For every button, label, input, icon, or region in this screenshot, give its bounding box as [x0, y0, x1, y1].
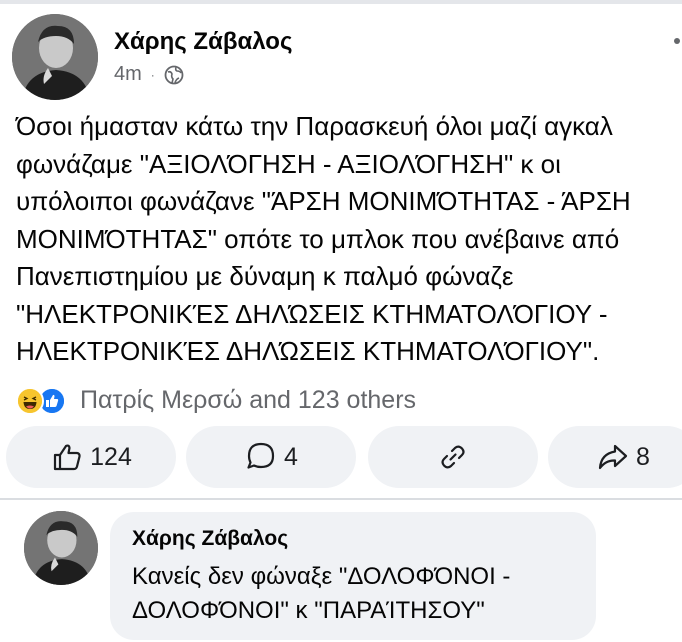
post-author[interactable]: Χάρης Ζάβαλος: [114, 28, 292, 56]
avatar[interactable]: [12, 14, 98, 100]
reaction-icons: [16, 385, 74, 415]
comment-button[interactable]: 4: [186, 426, 356, 488]
share-count: 8: [636, 442, 650, 471]
post-line: Όσοι ήμασταν κάτω την Παρασκευή όλοι μαζ…: [16, 111, 613, 141]
post-line: ΗΛΕΚΤΡΟΝΙΚΈΣ ΔΗΛΏΣΕΙΣ ΚΤΗΜΑΤΟΛΌΓΙΟΥ".: [16, 336, 600, 366]
comment-line: ΔΟΛΟΦΌΝΟΙ" κ "ΠΑΡΑΊΤΗΣΟΥ": [132, 597, 485, 624]
more-icon[interactable]: [672, 36, 682, 46]
comment-author[interactable]: Χάρης Ζάβαλος: [132, 527, 288, 551]
post-time[interactable]: 4m: [114, 63, 142, 86]
thumbs-up-icon: [50, 440, 84, 474]
share-icon: [596, 440, 630, 474]
top-divider: [0, 0, 682, 4]
comment-text: Κανείς δεν φώναξε "ΔΟΛΟΦΌΝΟΙ - ΔΟΛΟΦΌΝΟΙ…: [132, 560, 510, 628]
comment-icon: [244, 440, 278, 474]
share-button[interactable]: 8: [548, 426, 682, 488]
reactions-text: Πατρίς Μερσώ and 123 others: [80, 385, 417, 414]
haha-icon: [16, 387, 44, 415]
comment-avatar[interactable]: [24, 511, 98, 585]
globe-icon: [164, 65, 184, 85]
post-text: Όσοι ήμασταν κάτω την Παρασκευή όλοι μαζ…: [16, 108, 682, 371]
post-line: ΜΟΝΙΜΌΤΗΤΑΣ" οπότε το μπλοκ που ανέβαινε…: [16, 223, 620, 254]
reactions-summary[interactable]: Πατρίς Μερσώ and 123 others: [16, 383, 416, 417]
copy-link-button[interactable]: [368, 426, 538, 488]
meta-separator: ·: [150, 67, 155, 82]
post-line: υπόλοιποι φωνάζανε "ΆΡΣΗ ΜΟΝΙΜΌΤΗΤΑΣ - Ά…: [16, 186, 631, 216]
like-count: 124: [90, 442, 132, 471]
post-meta: 4m ·: [114, 63, 184, 86]
comment-line: Κανείς δεν φώναξε "ΔΟΛΟΦΌΝΟΙ -: [132, 563, 511, 590]
post-line: "ΗΛΕΚΤΡΟΝΙΚΈΣ ΔΗΛΏΣΕΙΣ ΚΤΗΜΑΤΟΛΌΓΙΟΥ -: [16, 298, 608, 329]
comment-count: 4: [284, 442, 298, 471]
link-icon: [436, 440, 470, 474]
like-button[interactable]: 124: [6, 426, 176, 488]
post-line: Πανεπιστημίου με δύναμη κ παλμό φώναζε: [16, 261, 514, 291]
post-line: φωνάζαμε "ΑΞΙΟΛΌΓΗΣΗ - ΑΞΙΟΛΌΓΗΣΗ" κ οι: [16, 148, 561, 179]
section-divider: [0, 498, 682, 500]
